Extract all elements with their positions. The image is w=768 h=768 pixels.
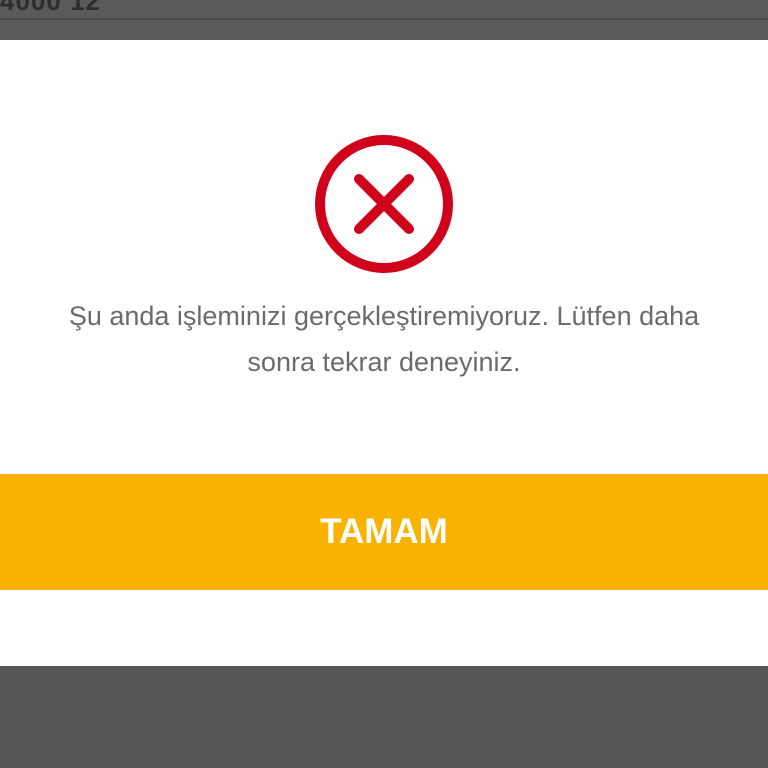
background-bottom-area — [0, 666, 768, 768]
error-message-line-2: sonra tekrar deneyiniz. — [247, 347, 521, 377]
error-x-circle-icon — [314, 134, 454, 274]
background-divider — [0, 18, 768, 20]
ok-button[interactable]: TAMAM — [0, 474, 768, 590]
screen: 4000 12 Şu anda işleminizi gerçekleştire… — [0, 0, 768, 768]
background-top-text: 4000 12 — [0, 0, 101, 16]
background-top-bar: 4000 12 — [0, 0, 768, 40]
error-message-line-1: Şu anda işleminizi gerçekleştiremiyoruz.… — [68, 301, 700, 331]
error-message: Şu anda işleminizi gerçekleştiremiyoruz.… — [0, 293, 768, 385]
error-dialog: Şu anda işleminizi gerçekleştiremiyoruz.… — [0, 40, 768, 666]
